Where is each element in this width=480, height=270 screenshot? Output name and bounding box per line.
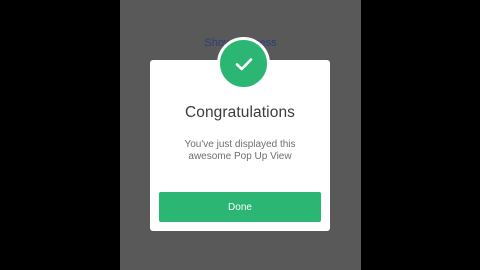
app-screen: Show Success Congratulations You've just… <box>120 0 361 270</box>
popup-message: You've just displayed this awesome Pop U… <box>184 139 296 162</box>
success-badge <box>217 37 270 90</box>
done-button[interactable]: Done <box>159 192 321 222</box>
popup-title: Congratulations <box>184 104 296 121</box>
checkmark-icon <box>235 57 252 70</box>
